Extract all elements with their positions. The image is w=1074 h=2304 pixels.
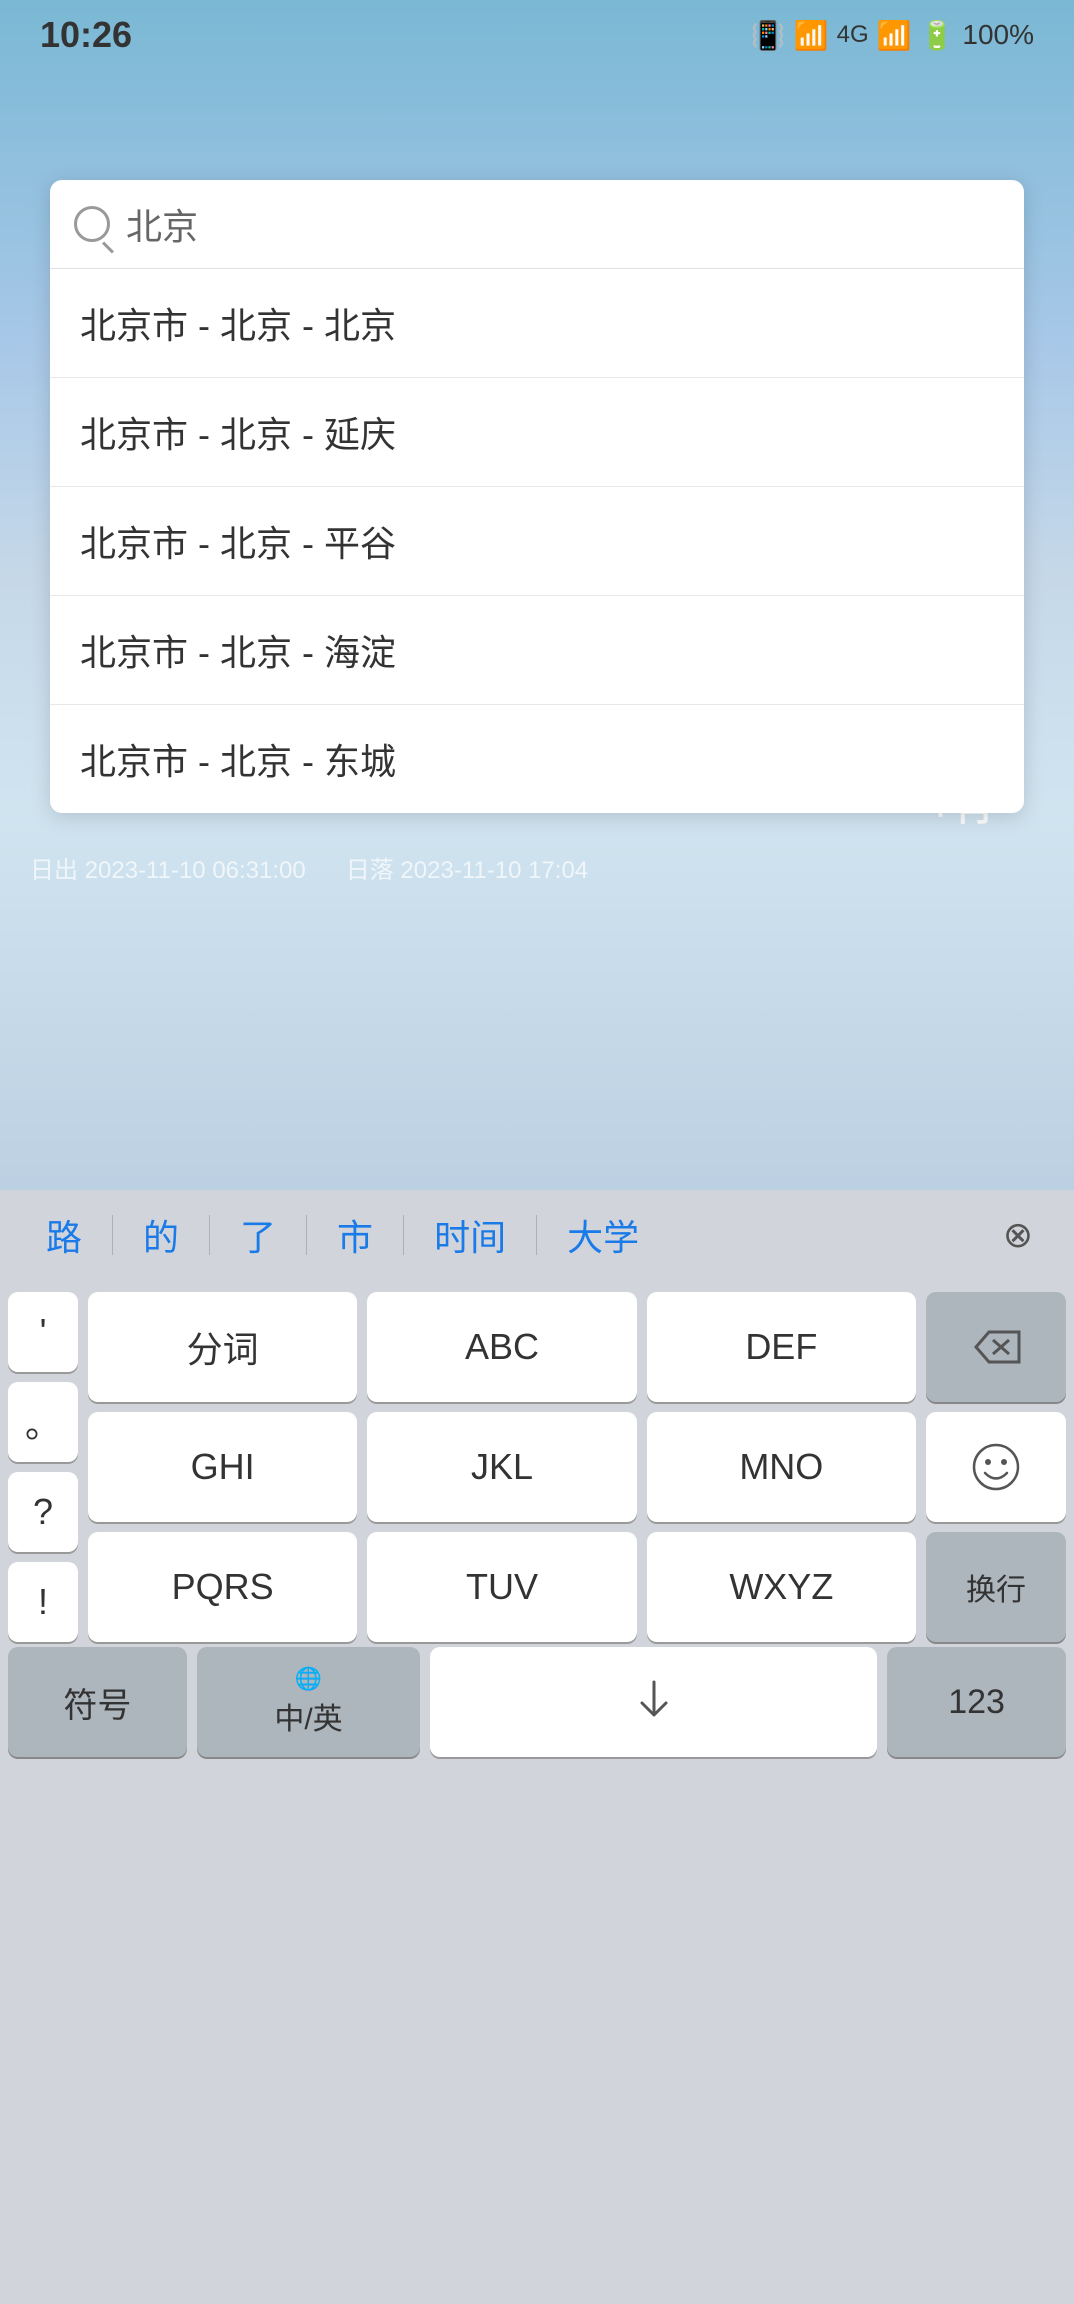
key-wxyz[interactable]: WXYZ xyxy=(647,1532,916,1642)
keyboard-bottom-row: 符号 🌐 中/英 123 xyxy=(0,1647,1074,1757)
keyboard-suggestion-bar: 路 的 了 市 时间 大学 ⊗ xyxy=(0,1190,1074,1280)
suggestion-de[interactable]: 的 xyxy=(113,1190,209,1280)
key-language[interactable]: 🌐 中/英 xyxy=(197,1647,420,1757)
suggestion-delete-button[interactable]: ⊗ xyxy=(978,1190,1058,1280)
key-row-1: 分词 ABC DEF xyxy=(88,1292,916,1402)
key-jkl[interactable]: JKL xyxy=(367,1412,636,1522)
key-symbol[interactable]: 符号 xyxy=(8,1647,187,1757)
suggestion-lu[interactable]: 路 xyxy=(16,1190,112,1280)
key-main-grid: 分词 ABC DEF GHI JKL MNO PQRS TUV WXYZ xyxy=(88,1292,916,1642)
globe-icon: 🌐 xyxy=(295,1666,322,1692)
key-abc[interactable]: ABC xyxy=(367,1292,636,1402)
battery-level: 100% xyxy=(962,19,1034,51)
key-newline[interactable]: 换行 xyxy=(926,1532,1066,1642)
search-result-1[interactable]: 北京市 - 北京 - 延庆 xyxy=(50,378,1024,487)
key-fenchi[interactable]: 分词 xyxy=(88,1292,357,1402)
vibrate-icon: 📳 xyxy=(751,19,786,52)
key-delete[interactable] xyxy=(926,1292,1066,1402)
key-def[interactable]: DEF xyxy=(647,1292,916,1402)
suggestion-le[interactable]: 了 xyxy=(210,1190,306,1280)
battery-icon: 🔋 xyxy=(920,19,955,52)
key-pqrs[interactable]: PQRS xyxy=(88,1532,357,1642)
key-emoji[interactable] xyxy=(926,1412,1066,1522)
suggestion-daxue[interactable]: 大学 xyxy=(537,1190,669,1280)
status-time: 10:26 xyxy=(40,14,132,56)
key-ghi[interactable]: GHI xyxy=(88,1412,357,1522)
search-input[interactable]: 北京 xyxy=(126,198,1000,250)
suggestion-shi[interactable]: 市 xyxy=(307,1190,403,1280)
wifi-icon: 📶 xyxy=(794,19,829,52)
status-icons: 📳 📶 4G 📶 🔋 100% xyxy=(751,19,1034,52)
search-icon xyxy=(74,206,110,242)
keyboard: ' 。 ? ! 分词 ABC DEF GHI JKL MNO PQRS TUV … xyxy=(0,1280,1074,2304)
search-result-0[interactable]: 北京市 - 北京 - 北京 xyxy=(50,269,1024,378)
key-apostrophe[interactable]: ' xyxy=(8,1292,78,1372)
key-tuv[interactable]: TUV xyxy=(367,1532,636,1642)
lang-label: 中/英 xyxy=(274,1694,342,1738)
key-exclamation[interactable]: ! xyxy=(8,1562,78,1642)
search-bar[interactable]: 北京 xyxy=(50,180,1024,269)
key-right-column: 换行 xyxy=(926,1292,1066,1642)
search-result-2[interactable]: 北京市 - 北京 - 平谷 xyxy=(50,487,1024,596)
key-mno[interactable]: MNO xyxy=(647,1412,916,1522)
key-number[interactable]: 123 xyxy=(887,1647,1066,1757)
key-punct-column: ' 。 ? ! xyxy=(8,1292,78,1642)
status-bar: 10:26 📳 📶 4G 📶 🔋 100% xyxy=(0,0,1074,70)
search-dropdown: 北京 北京市 - 北京 - 北京 北京市 - 北京 - 延庆 北京市 - 北京 … xyxy=(50,180,1024,813)
key-space[interactable] xyxy=(430,1647,877,1757)
search-result-3[interactable]: 北京市 - 北京 - 海淀 xyxy=(50,596,1024,705)
key-row-3: PQRS TUV WXYZ xyxy=(88,1532,916,1642)
search-result-4[interactable]: 北京市 - 北京 - 东城 xyxy=(50,705,1024,813)
suggestion-shijian[interactable]: 时间 xyxy=(404,1190,536,1280)
weather-sunrise: 日出 2023-11-10 06:31:00 日落 2023-11-10 17:… xyxy=(30,850,1044,885)
key-period-full[interactable]: 。 xyxy=(8,1382,78,1462)
key-row-2: GHI JKL MNO xyxy=(88,1412,916,1522)
key-question[interactable]: ? xyxy=(8,1472,78,1552)
signal-icon: 4G xyxy=(837,21,869,49)
signal-bars: 📶 xyxy=(877,19,912,52)
